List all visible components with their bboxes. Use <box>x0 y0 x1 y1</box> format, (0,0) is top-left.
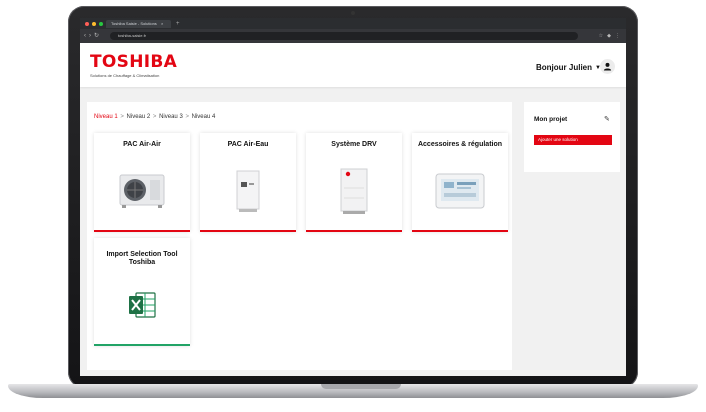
greeting-text: Bonjour Julien <box>536 63 592 72</box>
main-panel: Niveau 1 > Niveau 2 > Niveau 3 > Niveau … <box>87 102 512 370</box>
minimize-window-button[interactable] <box>92 22 96 26</box>
breadcrumb-separator: > <box>185 114 189 120</box>
forward-icon[interactable]: › <box>89 32 91 40</box>
user-icon <box>603 62 612 71</box>
user-avatar-button[interactable] <box>600 59 615 74</box>
hydro-unit-image <box>200 163 296 218</box>
tab-title: Toshiba Saisie - Solutions <box>111 21 157 26</box>
card-title: PAC Air-Eau <box>227 141 269 148</box>
breadcrumb-item[interactable]: Niveau 1 <box>94 114 118 120</box>
card-accent-bar <box>94 230 190 232</box>
product-card-pac-air-eau[interactable]: PAC Air-Eau <box>200 133 296 232</box>
product-card-import-selection-tool[interactable]: Import Selection Tool Toshiba <box>94 238 190 346</box>
user-menu[interactable]: Bonjour Julien ▼ <box>536 63 601 72</box>
controller-image <box>412 163 508 218</box>
product-card-systeme-drv[interactable]: Système DRV <box>306 133 402 232</box>
product-card-pac-air-air[interactable]: PAC Air-Air <box>94 133 190 232</box>
new-tab-button[interactable]: + <box>176 20 180 28</box>
card-title: PAC Air-Air <box>123 141 161 148</box>
address-bar[interactable]: toshiba-saisie.fr <box>110 32 578 40</box>
card-accent-bar <box>306 230 402 232</box>
outdoor-unit-image <box>94 163 190 218</box>
maximize-window-button[interactable] <box>99 22 103 26</box>
screen: Toshiba Saisie - Solutions × + ‹ › ↻ tos… <box>80 18 626 376</box>
app-header: TOSHIBA Solutions de Chauffage & Climati… <box>80 43 626 87</box>
vrf-unit-image <box>306 163 402 218</box>
breadcrumb-item[interactable]: Niveau 3 <box>159 114 183 120</box>
card-accent-bar <box>412 230 508 232</box>
tab-close-icon[interactable]: × <box>161 21 163 26</box>
breadcrumb-separator: > <box>120 114 124 120</box>
star-icon[interactable]: ☆ <box>599 32 603 40</box>
breadcrumb-item[interactable]: Niveau 2 <box>127 114 151 120</box>
browser-toolbar: ‹ › ↻ toshiba-saisie.fr ☆ ◆ ⋮ <box>80 29 626 43</box>
add-solution-button[interactable]: Ajouter une solution <box>534 135 612 145</box>
camera-icon <box>351 11 355 15</box>
laptop-notch <box>321 384 401 389</box>
project-title: Mon projet <box>534 116 568 123</box>
close-window-button[interactable] <box>85 22 89 26</box>
browser-tab[interactable]: Toshiba Saisie - Solutions × <box>106 20 171 28</box>
card-title: Accessoires & régulation <box>417 141 503 148</box>
back-icon[interactable]: ‹ <box>84 32 86 40</box>
card-title: Import Selection Tool Toshiba <box>106 251 178 266</box>
breadcrumb-item[interactable]: Niveau 4 <box>192 114 216 120</box>
pencil-icon[interactable]: ✎ <box>604 115 610 123</box>
menu-icon[interactable]: ⋮ <box>615 32 620 40</box>
extension-icon[interactable]: ◆ <box>607 32 611 40</box>
breadcrumb-separator: > <box>152 114 157 120</box>
card-title: Système DRV <box>331 141 377 148</box>
laptop-base <box>8 384 698 398</box>
project-panel: Mon projet ✎ Ajouter une solution <box>524 102 620 172</box>
card-accent-bar <box>200 230 296 232</box>
reload-icon[interactable]: ↻ <box>94 32 99 40</box>
logo-tagline: Solutions de Chauffage & Climatisation <box>90 73 160 78</box>
browser-chrome: Toshiba Saisie - Solutions × + ‹ › ↻ tos… <box>80 18 626 43</box>
toshiba-logo[interactable]: TOSHIBA <box>90 54 177 71</box>
excel-icon <box>94 282 190 328</box>
product-card-accessoires[interactable]: Accessoires & régulation <box>412 133 508 232</box>
card-accent-bar <box>94 344 190 346</box>
window-controls <box>85 22 103 26</box>
breadcrumb: Niveau 1 > Niveau 2 > Niveau 3 > Niveau … <box>94 114 215 120</box>
